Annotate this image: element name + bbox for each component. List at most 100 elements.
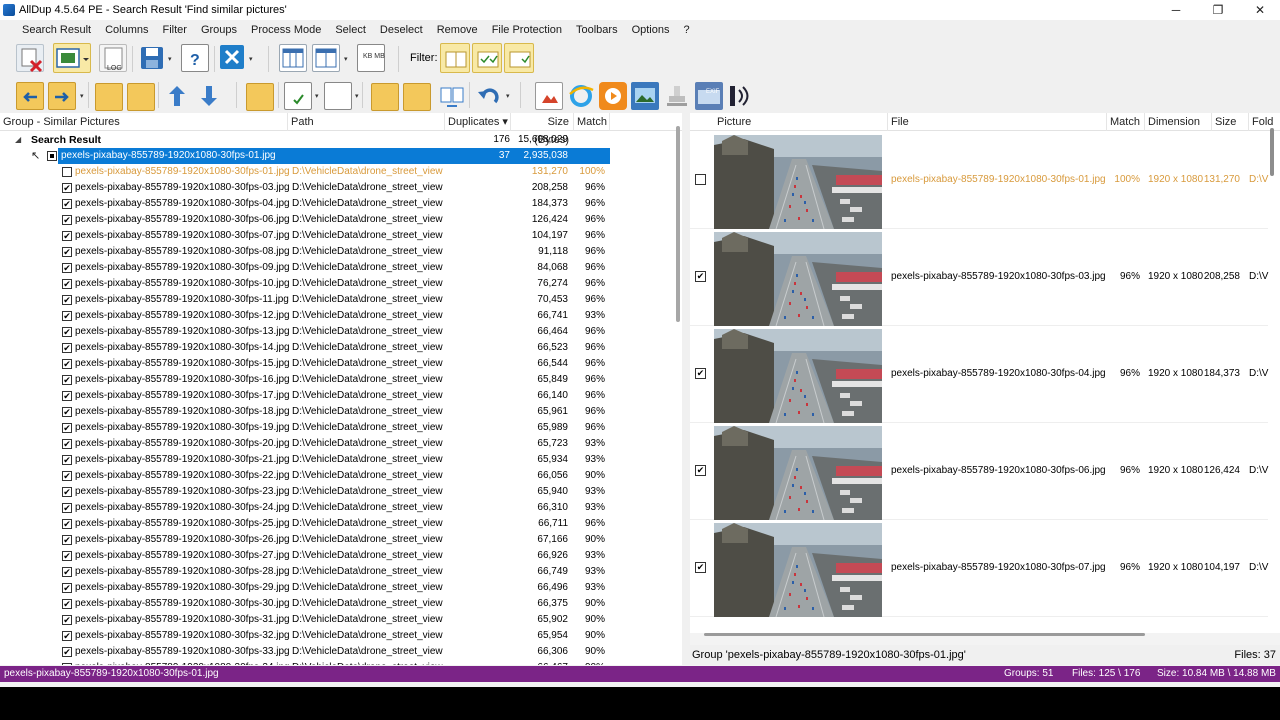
col-match-header[interactable]: Match — [574, 113, 610, 131]
thumbnail-image[interactable] — [714, 232, 882, 326]
save-dropdown-icon[interactable]: ▾ — [168, 55, 172, 63]
collapse-icon[interactable]: ◢ — [15, 132, 21, 148]
file-checkbox[interactable]: ✔ — [62, 599, 72, 609]
file-row[interactable]: ✔ pexels-pixabay-855789-1920x1080-30fps-2… — [0, 516, 610, 532]
file-checkbox[interactable]: ✔ — [62, 295, 72, 305]
file-checkbox[interactable]: ✔ — [62, 423, 72, 433]
preview-row[interactable]: ✔ pexels-pixabay-855789-1920x1080-30fps-0… — [690, 229, 1268, 326]
file-row[interactable]: ✔ pexels-pixabay-855789-1920x1080-30fps-2… — [0, 548, 610, 564]
media-player-icon[interactable] — [599, 82, 627, 110]
thumbnail-image[interactable] — [714, 329, 882, 423]
file-row[interactable]: ✔ pexels-pixabay-855789-1920x1080-30fps-1… — [0, 324, 610, 340]
folder-settings-icon[interactable] — [246, 83, 274, 111]
menu-file-protection[interactable]: File Protection — [485, 20, 569, 40]
file-row[interactable]: ✔ pexels-pixabay-855789-1920x1080-30fps-1… — [0, 340, 610, 356]
file-checkbox[interactable]: ✔ — [62, 375, 72, 385]
file-checkbox[interactable] — [62, 167, 72, 177]
undo-icon[interactable] — [475, 82, 503, 110]
col-path-header[interactable]: Path — [288, 113, 445, 131]
file-checkbox[interactable]: ✔ — [62, 327, 72, 337]
file-checkbox[interactable]: ✔ — [62, 487, 72, 497]
file-row[interactable]: ✔ pexels-pixabay-855789-1920x1080-30fps-2… — [0, 532, 610, 548]
menu-deselect[interactable]: Deselect — [373, 20, 430, 40]
size-units-icon[interactable]: KB MB — [357, 44, 385, 72]
group-row-selected[interactable]: ↖ pexels-pixabay-855789-1920x1080-30fps-0… — [0, 148, 610, 164]
deselect-dropdown-icon[interactable]: ▾ — [355, 92, 359, 100]
exif-icon[interactable]: EXIF — [695, 82, 723, 110]
file-row[interactable]: ✔ pexels-pixabay-855789-1920x1080-30fps-2… — [0, 580, 610, 596]
file-row[interactable]: ✔ pexels-pixabay-855789-1920x1080-30fps-1… — [0, 388, 610, 404]
file-checkbox[interactable]: ✔ — [62, 343, 72, 353]
log-button[interactable]: LOG — [99, 44, 127, 72]
file-checkbox[interactable]: ✔ — [62, 279, 72, 289]
file-row[interactable]: ✔ pexels-pixabay-855789-1920x1080-30fps-2… — [0, 484, 610, 500]
move-to-folder-icon[interactable] — [127, 83, 155, 111]
preview-vscrollbar[interactable] — [1270, 128, 1274, 176]
col-dimension-header[interactable]: Dimension — [1145, 113, 1212, 131]
menu-options[interactable]: Options — [625, 20, 677, 40]
move-back-icon[interactable] — [16, 82, 44, 110]
maximize-button[interactable]: ❐ — [1198, 0, 1238, 20]
preview-row[interactable]: ✔ pexels-pixabay-855789-1920x1080-30fps-0… — [690, 520, 1268, 617]
file-row[interactable]: ✔ pexels-pixabay-855789-1920x1080-30fps-2… — [0, 436, 610, 452]
file-row[interactable]: ✔ pexels-pixabay-855789-1920x1080-30fps-1… — [0, 276, 610, 292]
preview-checkbox[interactable]: ✔ — [695, 271, 706, 282]
col-file-header[interactable]: File — [888, 113, 1107, 131]
file-checkbox[interactable]: ✔ — [62, 663, 72, 665]
compare-icon[interactable] — [438, 82, 466, 110]
file-row[interactable]: pexels-pixabay-855789-1920x1080-30fps-01… — [0, 164, 610, 180]
help-icon[interactable]: ? — [181, 44, 209, 72]
thumbnail-image[interactable] — [714, 135, 882, 229]
menu-filter[interactable]: Filter — [156, 20, 194, 40]
col-duplicates-header[interactable]: Duplicates ▾ — [445, 113, 511, 131]
copy-to-folder-icon[interactable] — [95, 83, 123, 111]
file-checkbox[interactable]: ✔ — [62, 567, 72, 577]
col-size-header-preview[interactable]: Size — [1212, 113, 1249, 131]
deselect-document-icon[interactable] — [324, 82, 352, 110]
thumbnail-image[interactable] — [714, 523, 882, 617]
file-row[interactable]: ✔ pexels-pixabay-855789-1920x1080-30fps-1… — [0, 420, 610, 436]
file-checkbox[interactable]: ✔ — [62, 247, 72, 257]
file-row[interactable]: ✔ pexels-pixabay-855789-1920x1080-30fps-0… — [0, 196, 610, 212]
deselect-folder-icon[interactable] — [403, 83, 431, 111]
file-checkbox[interactable]: ✔ — [62, 199, 72, 209]
menu-process-mode[interactable]: Process Mode — [244, 20, 328, 40]
col-group-header[interactable]: Group - Similar Pictures — [0, 113, 288, 131]
menu-search-result[interactable]: Search Result — [15, 20, 98, 40]
file-row[interactable]: ✔ pexels-pixabay-855789-1920x1080-30fps-2… — [0, 468, 610, 484]
file-row[interactable]: ✔pexels-pixabay-855789-1920x1080-30fps-3… — [0, 628, 610, 644]
file-checkbox[interactable]: ✔ — [62, 215, 72, 225]
menu-help[interactable]: ? — [677, 20, 697, 40]
select-folder-icon[interactable] — [371, 83, 399, 111]
file-checkbox[interactable]: ✔ — [62, 503, 72, 513]
preview-checkbox[interactable]: ✔ — [695, 562, 706, 573]
file-checkbox[interactable]: ✔ — [62, 391, 72, 401]
file-checkbox[interactable]: ✔ — [62, 519, 72, 529]
col-size-header[interactable]: Size (Bytes) — [511, 113, 574, 146]
file-row[interactable]: ✔ pexels-pixabay-855789-1920x1080-30fps-1… — [0, 372, 610, 388]
file-row[interactable]: ✔ pexels-pixabay-855789-1920x1080-30fps-1… — [0, 292, 610, 308]
file-row[interactable]: ✔ pexels-pixabay-855789-1920x1080-30fps-2… — [0, 452, 610, 468]
file-checkbox[interactable]: ✔ — [62, 407, 72, 417]
file-checkbox[interactable]: ✔ — [62, 359, 72, 369]
file-checkbox[interactable]: ✔ — [62, 439, 72, 449]
file-checkbox[interactable]: ✔ — [62, 583, 72, 593]
file-checkbox[interactable]: ✔ — [62, 311, 72, 321]
save-icon[interactable] — [138, 44, 166, 72]
file-checkbox[interactable]: ✔ — [62, 231, 72, 241]
close-button[interactable]: ✕ — [1240, 0, 1280, 20]
split-view-dropdown-icon[interactable]: ▾ — [344, 55, 348, 63]
file-row[interactable]: ✔pexels-pixabay-855789-1920x1080-30fps-3… — [0, 596, 610, 612]
file-checkbox[interactable]: ✔ — [62, 535, 72, 545]
file-checkbox[interactable]: ✔ — [62, 615, 72, 625]
image-viewer-icon[interactable] — [535, 82, 563, 110]
move-dropdown-icon[interactable]: ▾ — [80, 92, 84, 100]
file-checkbox[interactable]: ✔ — [62, 455, 72, 465]
undo-dropdown-icon[interactable]: ▾ — [506, 92, 510, 100]
file-row[interactable]: ✔ pexels-pixabay-855789-1920x1080-30fps-1… — [0, 308, 610, 324]
file-row[interactable]: ✔ pexels-pixabay-855789-1920x1080-30fps-2… — [0, 564, 610, 580]
filter-unchecked-icon[interactable] — [504, 43, 534, 73]
file-checkbox[interactable]: ✔ — [62, 183, 72, 193]
group-checkbox[interactable] — [47, 151, 57, 161]
browser-icon[interactable] — [567, 82, 595, 110]
